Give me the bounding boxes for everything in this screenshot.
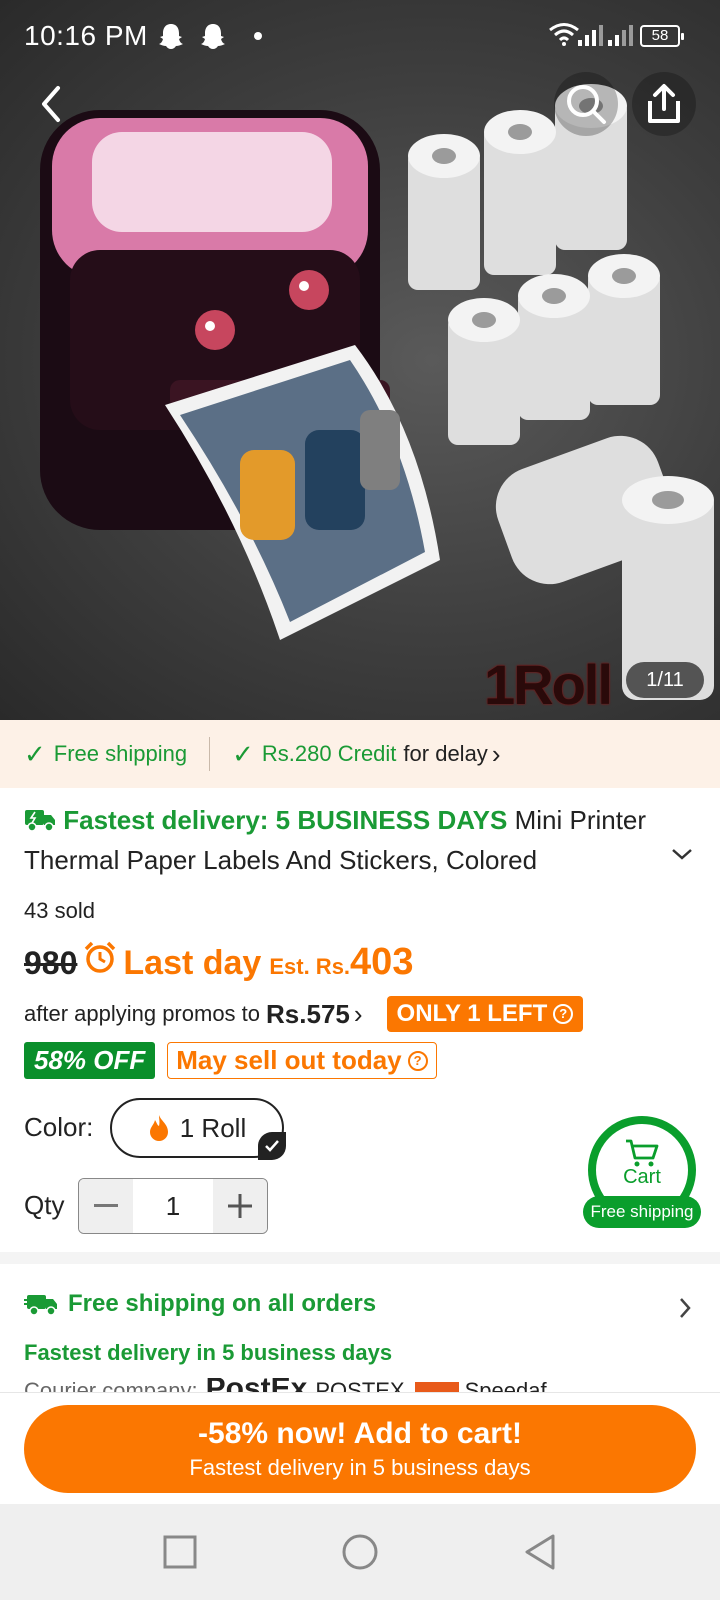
chevron-down-icon[interactable] xyxy=(670,846,694,862)
color-label: Color: xyxy=(24,1112,94,1142)
product-page: 1Roll 10:16 PM 58 1/11 ✓ Free shipping ✓… xyxy=(0,0,720,1600)
snapchat-ghost-icon xyxy=(201,24,225,49)
minus-icon xyxy=(94,1204,118,1207)
home-button[interactable] xyxy=(340,1532,380,1572)
recents-button[interactable] xyxy=(160,1532,200,1572)
add-to-cart-sublabel: Fastest delivery in 5 business days xyxy=(189,1455,531,1480)
image-overlay-text: 1Roll xyxy=(484,653,613,716)
bottom-action-bar: -58% now! Add to cart! Fastest delivery … xyxy=(0,1392,720,1504)
product-title[interactable]: Fastest delivery: 5 BUSINESS DAYS Mini P… xyxy=(24,800,664,880)
selected-check-icon xyxy=(258,1132,286,1160)
color-option-1-roll[interactable]: 1 Roll xyxy=(110,1098,286,1160)
circle-icon xyxy=(342,1534,378,1570)
chevron-right-icon[interactable] xyxy=(678,1296,692,1320)
last-day-label: Last day xyxy=(123,944,262,982)
wifi-icon xyxy=(549,23,579,46)
triangle-back-icon xyxy=(525,1534,555,1570)
discount-badge: 58% OFF xyxy=(24,1042,156,1079)
help-icon[interactable]: ? xyxy=(407,1050,428,1071)
chevron-right-icon: › xyxy=(491,738,501,769)
signal-icon xyxy=(608,25,633,46)
battery-icon: 58 xyxy=(640,25,684,47)
search-button[interactable] xyxy=(554,72,618,136)
promo-text: after applying promos to xyxy=(24,1001,261,1026)
cart-label: Cart xyxy=(623,1165,661,1188)
cart-icon xyxy=(626,1139,659,1166)
qty-decrease-button[interactable] xyxy=(79,1179,133,1233)
shipping-banner[interactable]: ✓ Free shipping ✓ Rs.280 Credit for dela… xyxy=(0,720,720,788)
search-icon xyxy=(567,85,606,124)
qty-value[interactable]: 1 xyxy=(133,1179,213,1233)
section-divider xyxy=(0,1252,720,1264)
snapchat-ghost-icon xyxy=(159,24,183,49)
chevron-right-icon: › xyxy=(353,998,363,1029)
back-button[interactable] xyxy=(20,72,84,136)
shipping-section-header[interactable]: Free shipping on all orders xyxy=(24,1290,376,1318)
status-bar: 10:16 PM 58 xyxy=(0,0,720,72)
notification-dot-icon xyxy=(254,32,262,40)
est-price-value: 403 xyxy=(350,941,414,983)
square-icon xyxy=(163,1535,197,1569)
quantity-stepper: 1 xyxy=(78,1178,268,1234)
plus-icon xyxy=(228,1194,252,1218)
shipping-section-title: Free shipping on all orders xyxy=(68,1290,377,1317)
qty-increase-button[interactable] xyxy=(213,1179,267,1233)
status-time: 10:16 PM xyxy=(24,20,148,51)
check-icon: ✓ xyxy=(232,738,254,769)
system-nav-bar xyxy=(0,1504,720,1600)
badge-row: 58% OFF May sell out today ? xyxy=(24,1042,437,1079)
flame-icon xyxy=(149,1115,168,1141)
promo-row[interactable]: after applying promos to Rs.575 › ONLY 1… xyxy=(24,996,584,1032)
cart-free-shipping-badge: Free shipping xyxy=(583,1196,701,1228)
credit-suffix: for delay xyxy=(403,741,488,766)
image-counter: 1/11 xyxy=(626,662,704,698)
fast-delivery-truck-icon xyxy=(25,810,55,832)
product-image-carousel[interactable]: 1Roll 10:16 PM 58 1/11 xyxy=(0,0,720,720)
divider xyxy=(209,737,211,771)
check-icon: ✓ xyxy=(24,738,46,769)
sellout-text: May sell out today xyxy=(176,1045,402,1075)
sellout-badge: May sell out today ? xyxy=(167,1042,437,1079)
price-row: 980 Last day Est. Rs. 403 xyxy=(24,940,413,990)
back-icon xyxy=(42,86,60,122)
color-option-label: 1 Roll xyxy=(179,1112,247,1143)
est-price-label: Est. Rs. xyxy=(269,954,351,979)
signal-icon xyxy=(578,25,603,46)
original-price: 980 xyxy=(24,945,78,981)
share-button[interactable] xyxy=(632,72,696,136)
free-shipping-label: Free shipping xyxy=(53,741,188,766)
stock-badge: ONLY 1 LEFT ? xyxy=(386,996,584,1032)
credit-label: Rs.280 Credit xyxy=(261,741,397,766)
add-to-cart-button[interactable]: -58% now! Add to cart! Fastest delivery … xyxy=(24,1405,696,1493)
share-icon xyxy=(648,84,680,123)
add-to-cart-label: -58% now! Add to cart! xyxy=(198,1417,522,1450)
promo-price: Rs.575 xyxy=(266,998,350,1029)
alarm-clock-icon xyxy=(85,941,116,973)
fastest-delivery-label: Fastest delivery: 5 BUSINESS DAYS xyxy=(63,805,508,835)
help-icon[interactable]: ? xyxy=(553,1004,574,1024)
back-nav-button[interactable] xyxy=(520,1532,560,1572)
qty-label: Qty xyxy=(24,1190,65,1220)
sold-count: 43 sold xyxy=(24,898,95,923)
truck-icon xyxy=(24,1295,57,1316)
shipping-section-subtitle: Fastest delivery in 5 business days xyxy=(24,1340,393,1365)
stock-badge-text: ONLY 1 LEFT xyxy=(396,1000,548,1027)
